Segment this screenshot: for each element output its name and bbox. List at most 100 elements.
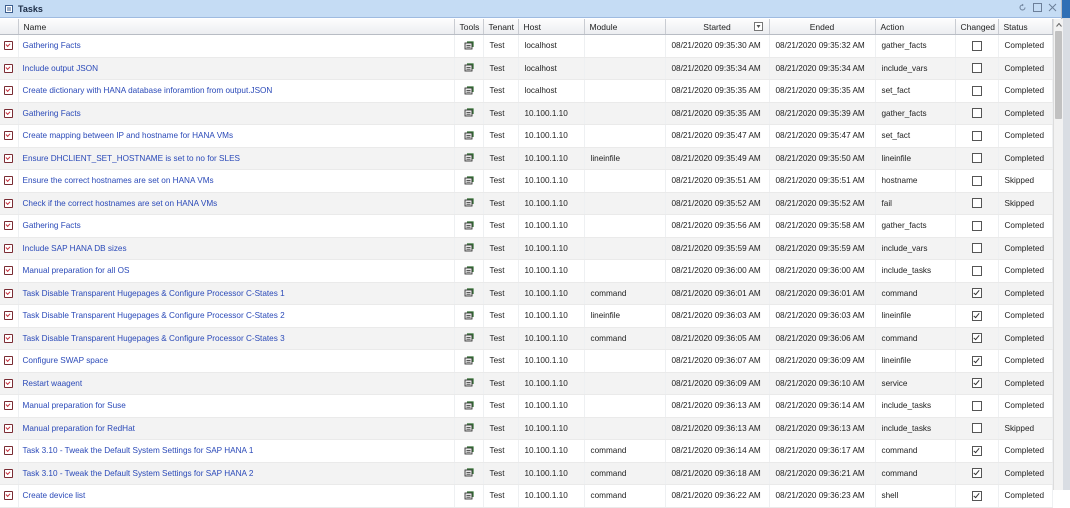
task-tools-icon[interactable] (464, 153, 474, 162)
changed-cell[interactable] (955, 484, 999, 508)
task-tools-icon[interactable] (464, 401, 474, 410)
tools-cell[interactable] (454, 417, 484, 440)
table-row[interactable]: Include output JSON Test localhost 08/21/20… (0, 57, 1053, 80)
table-row[interactable]: Task 3.10 - Tweak the Default System Set… (0, 462, 1053, 485)
changed-checkbox[interactable] (971, 310, 982, 321)
table-row[interactable]: Ensure the correct hostnames are set on … (0, 169, 1053, 193)
task-name-link[interactable]: Gathering Facts (18, 34, 455, 58)
row-status-cell[interactable] (0, 372, 19, 395)
changed-cell[interactable] (955, 282, 999, 305)
changed-cell[interactable] (955, 304, 999, 328)
task-name-link[interactable]: Manual preparation for RedHat (18, 417, 455, 440)
table-row[interactable]: Gathering Facts Test localhost 08/21/2020 0… (0, 34, 1053, 58)
changed-cell[interactable] (955, 349, 999, 373)
changed-checkbox[interactable] (971, 490, 982, 501)
changed-cell[interactable] (955, 327, 999, 350)
refresh-icon[interactable] (1017, 2, 1028, 13)
task-name-link[interactable]: Manual preparation for Suse (18, 394, 455, 418)
changed-checkbox[interactable] (971, 85, 982, 96)
table-row[interactable]: Manual preparation for all OS Test 10.100.… (0, 259, 1053, 283)
table-row[interactable]: Create dictionary with HANA database inf… (0, 79, 1053, 103)
row-status-cell[interactable] (0, 124, 19, 148)
changed-checkbox[interactable] (971, 288, 982, 299)
tools-cell[interactable] (454, 237, 484, 260)
changed-checkbox[interactable] (971, 198, 982, 209)
task-tools-icon[interactable] (464, 131, 474, 140)
row-status-cell[interactable] (0, 484, 19, 508)
column-header-status[interactable]: Status (998, 19, 1053, 35)
close-icon[interactable] (1047, 2, 1058, 13)
row-status-cell[interactable] (0, 462, 19, 485)
tools-cell[interactable] (454, 124, 484, 148)
changed-cell[interactable] (955, 439, 999, 463)
column-header-tenant[interactable]: Tenant (483, 19, 519, 35)
row-status-cell[interactable] (0, 349, 19, 373)
changed-checkbox[interactable] (971, 153, 982, 164)
task-tools-icon[interactable] (464, 266, 474, 275)
changed-checkbox[interactable] (971, 265, 982, 276)
changed-cell[interactable] (955, 417, 999, 440)
changed-checkbox[interactable] (971, 130, 982, 141)
task-tools-icon[interactable] (464, 221, 474, 230)
task-name-link[interactable]: Gathering Facts (18, 102, 455, 125)
task-name-link[interactable]: Create mapping between IP and hostname f… (18, 124, 455, 148)
changed-cell[interactable] (955, 192, 999, 215)
task-name-link[interactable]: Manual preparation for all OS (18, 259, 455, 283)
row-status-cell[interactable] (0, 439, 19, 463)
changed-checkbox[interactable] (971, 40, 982, 51)
changed-checkbox[interactable] (971, 445, 982, 456)
row-status-cell[interactable] (0, 282, 19, 305)
tools-cell[interactable] (454, 214, 484, 238)
row-status-cell[interactable] (0, 147, 19, 170)
table-row[interactable]: Restart waagent Test 10.100.1.10 08/21/2020… (0, 372, 1053, 395)
column-header-name[interactable]: Name (18, 19, 455, 35)
tools-cell[interactable] (454, 192, 484, 215)
task-name-link[interactable]: Check if the correct hostnames are set o… (18, 192, 455, 215)
changed-checkbox[interactable] (971, 378, 982, 389)
task-tools-icon[interactable] (464, 288, 474, 297)
task-name-link[interactable]: Configure SWAP space (18, 349, 455, 373)
table-row[interactable]: Gathering Facts Test 10.100.1.10 08/21/2020… (0, 102, 1053, 125)
task-name-link[interactable]: Include output JSON (18, 57, 455, 80)
task-name-link[interactable]: Ensure DHCLIENT_SET_HOSTNAME is set to n… (18, 147, 455, 170)
tools-cell[interactable] (454, 304, 484, 328)
task-tools-icon[interactable] (464, 243, 474, 252)
table-row[interactable]: Gathering Facts Test 10.100.1.10 08/21/2020… (0, 214, 1053, 238)
tools-cell[interactable] (454, 34, 484, 58)
row-status-cell[interactable] (0, 102, 19, 125)
table-row[interactable]: Ensure DHCLIENT_SET_HOSTNAME is set to n… (0, 147, 1053, 170)
table-row[interactable]: Include SAP HANA DB sizes Test 10.100.1.10… (0, 237, 1053, 260)
tools-cell[interactable] (454, 102, 484, 125)
scroll-up-icon[interactable] (1055, 21, 1062, 28)
changed-checkbox[interactable] (971, 175, 982, 186)
vertical-scrollbar[interactable] (1053, 19, 1063, 490)
table-row[interactable]: Configure SWAP space Test 10.100.1.10 08/21… (0, 349, 1053, 373)
tools-cell[interactable] (454, 259, 484, 283)
changed-cell[interactable] (955, 372, 999, 395)
column-header-host[interactable]: Host (518, 19, 585, 35)
task-tools-icon[interactable] (464, 176, 474, 185)
table-row[interactable]: Task Disable Transparent Hugepages & Con… (0, 304, 1053, 328)
column-header-select[interactable] (0, 19, 19, 35)
row-status-cell[interactable] (0, 417, 19, 440)
column-header-started[interactable]: Started (665, 19, 770, 35)
task-tools-icon[interactable] (464, 446, 474, 455)
row-status-cell[interactable] (0, 304, 19, 328)
changed-checkbox[interactable] (971, 400, 982, 411)
changed-cell[interactable] (955, 259, 999, 283)
changed-checkbox[interactable] (971, 333, 982, 344)
task-tools-icon[interactable] (464, 86, 474, 95)
task-name-link[interactable]: Create dictionary with HANA database inf… (18, 79, 455, 103)
task-tools-icon[interactable] (464, 491, 474, 500)
row-status-cell[interactable] (0, 237, 19, 260)
tools-cell[interactable] (454, 282, 484, 305)
changed-checkbox[interactable] (971, 108, 982, 119)
column-header-changed[interactable]: Changed (955, 19, 999, 35)
changed-cell[interactable] (955, 237, 999, 260)
row-status-cell[interactable] (0, 169, 19, 193)
row-status-cell[interactable] (0, 214, 19, 238)
task-tools-icon[interactable] (464, 198, 474, 207)
table-row[interactable]: Create device list Test 10.100.1.10 command… (0, 484, 1053, 508)
tools-cell[interactable] (454, 327, 484, 350)
task-name-link[interactable]: Create device list (18, 484, 455, 508)
